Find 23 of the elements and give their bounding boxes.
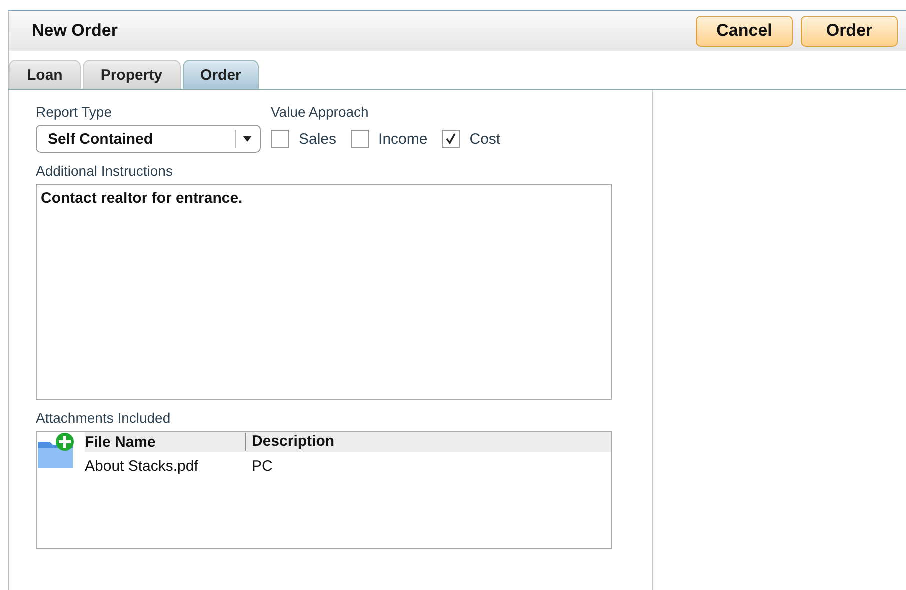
- column-header: File Name: [85, 434, 157, 450]
- checkbox-label: Income: [378, 130, 428, 148]
- order-button[interactable]: Order: [801, 16, 898, 46]
- instructions-field[interactable]: Contact realtor for entrance.: [36, 184, 612, 400]
- column-header: Description: [245, 433, 335, 451]
- cancel-button[interactable]: Cancel: [696, 16, 793, 46]
- tab[interactable]: Property: [82, 60, 181, 89]
- checkbox[interactable]: [350, 130, 369, 148]
- field-label: Value Approach: [271, 104, 369, 120]
- table-cell-text: About Stacks.pdf: [85, 458, 200, 474]
- table-cell-text: PC: [251, 458, 273, 474]
- field-label: Additional Instructions: [36, 163, 173, 179]
- tab[interactable]: Order: [182, 60, 260, 89]
- report-type-dropdown[interactable]: Self Contained: [36, 125, 261, 153]
- checkbox[interactable]: [442, 130, 460, 148]
- checkbox-label: Cost: [470, 130, 501, 148]
- window-title: New Order: [32, 21, 118, 41]
- caret-icon: [243, 136, 252, 142]
- checkbox[interactable]: [271, 130, 289, 148]
- field-label: Report Type: [36, 104, 112, 120]
- tab[interactable]: Loan: [9, 60, 81, 89]
- checkbox-label: Sales: [299, 130, 337, 148]
- field-label: Attachments Included: [36, 410, 171, 426]
